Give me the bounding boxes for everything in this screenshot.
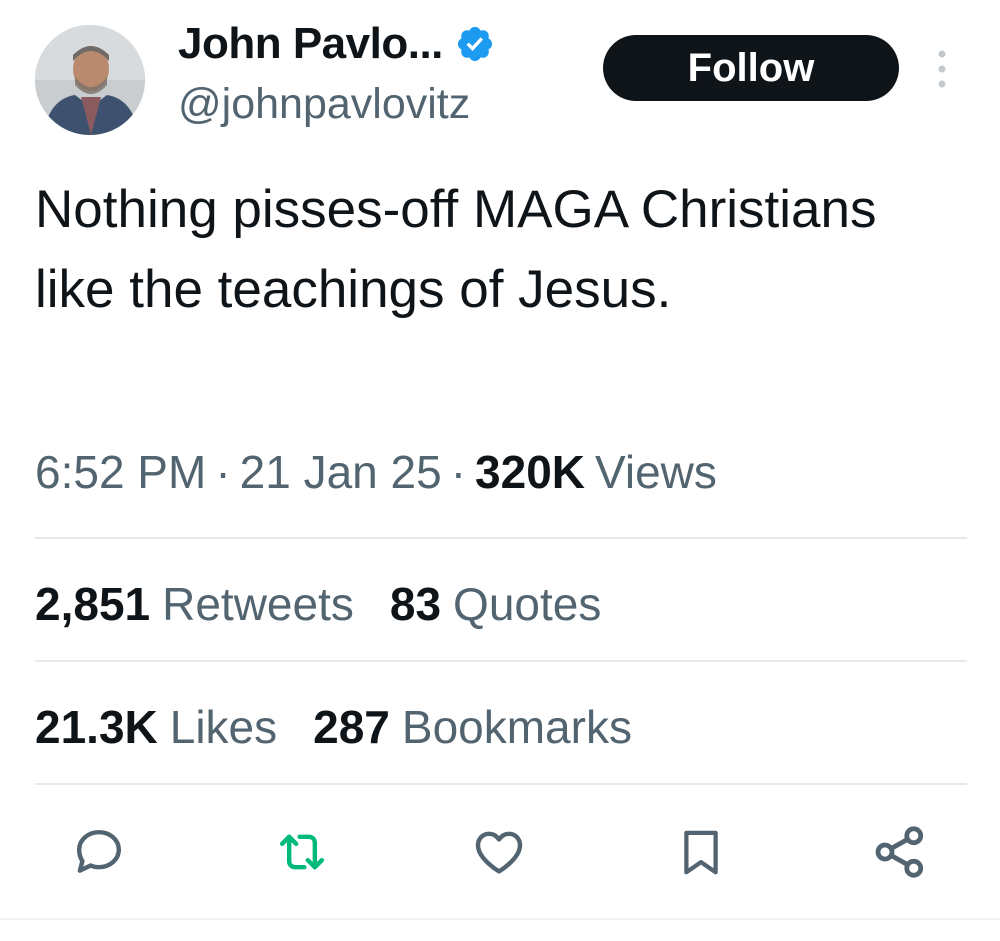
retweets-stat[interactable]: 2,851 Retweets [35,577,354,631]
quotes-label: Quotes [453,578,602,630]
retweets-count: 2,851 [35,578,151,630]
retweet-icon[interactable] [270,820,334,884]
tweet-time[interactable]: 6:52 PM [35,445,206,499]
quotes-stat[interactable]: 83 Quotes [390,577,601,631]
reply-icon[interactable] [67,820,131,884]
divider [35,660,967,662]
bookmarks-stat[interactable]: 287 Bookmarks [313,700,632,754]
divider [35,783,967,785]
profile-photo [35,25,145,135]
handle[interactable]: @johnpavlovitz [178,80,470,129]
tweet-text: Nothing pisses-off MAGA Christians like … [35,180,877,319]
likes-stat[interactable]: 21.3K Likes [35,700,277,754]
quotes-count: 83 [389,578,442,630]
likes-count: 21.3K [35,701,158,753]
retweets-label: Retweets [162,578,354,630]
bookmarks-label: Bookmarks [401,701,632,753]
display-name[interactable]: John Pavlo... [178,19,443,69]
bookmark-icon[interactable] [669,820,733,884]
follow-button[interactable]: Follow [603,35,899,101]
bookmarks-count: 287 [313,701,390,753]
tweet-meta: 6:52 PM · 21 Jan 25 · 320K Views [35,440,717,504]
more-options-icon[interactable] [928,46,956,92]
bottom-border [0,918,1000,920]
meta-separator: · [450,446,467,498]
share-icon[interactable] [868,820,932,884]
stats-row-shares: 2,851 Retweets 83 Quotes [35,572,601,636]
like-icon[interactable] [467,820,531,884]
stats-row-reactions: 21.3K Likes 287 Bookmarks [35,695,632,759]
avatar[interactable] [35,25,145,135]
verified-badge-icon[interactable] [455,24,495,64]
meta-separator: · [215,446,231,498]
divider [35,537,967,539]
tweet-date[interactable]: 21 Jan 25 [240,445,442,499]
views-label: Views [595,446,717,498]
views-count: 320K [475,446,585,498]
likes-label: Likes [169,701,278,753]
